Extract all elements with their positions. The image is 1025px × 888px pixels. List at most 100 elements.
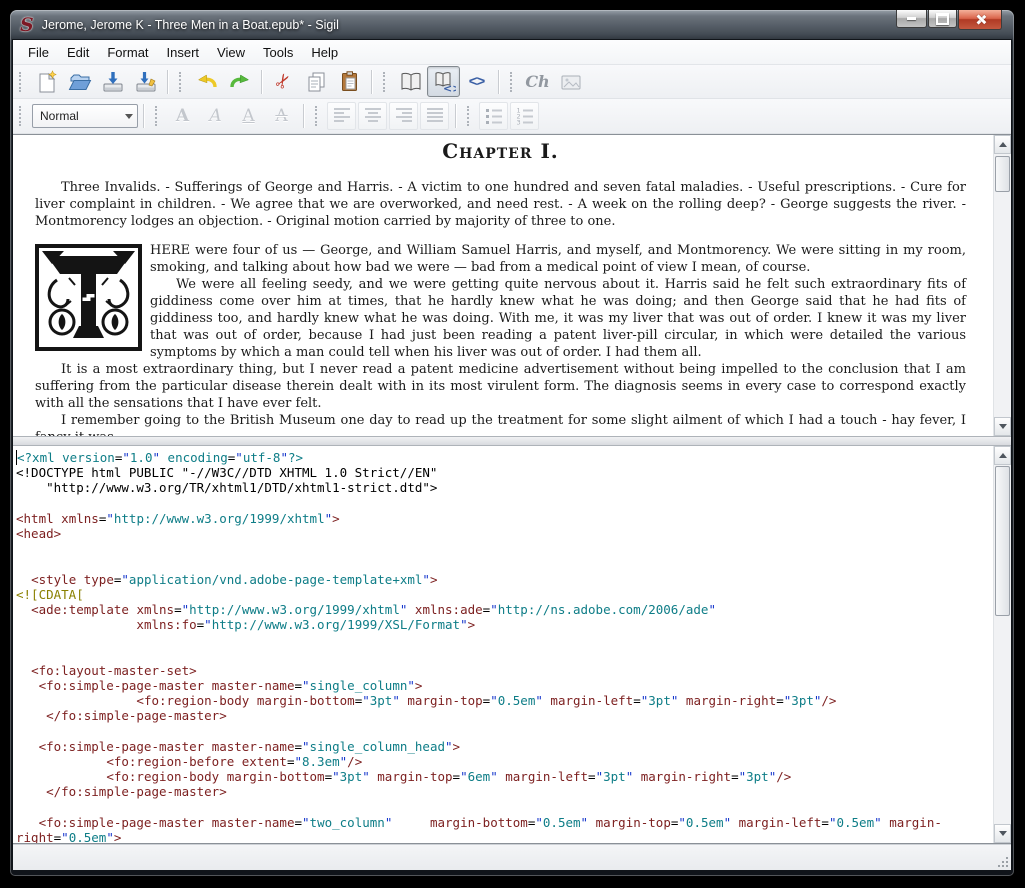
bold-button[interactable]: A <box>166 101 199 132</box>
paragraph-clipped: I remember going to the British Museum o… <box>35 413 966 436</box>
metadata-editor-icon: Ch <box>525 72 550 91</box>
heading-style-select[interactable]: Normal <box>32 104 138 128</box>
maximize-button[interactable] <box>928 10 957 28</box>
arrow-up-icon <box>998 142 1007 147</box>
toolbar-drag-handle[interactable] <box>315 106 320 126</box>
insert-image-button[interactable] <box>554 66 587 97</box>
menu-view[interactable]: View <box>208 41 254 64</box>
code-view-icon: <> <box>468 73 486 90</box>
scroll-down-button[interactable] <box>994 417 1011 436</box>
align-right-icon <box>395 108 412 122</box>
save-as-button[interactable] <box>129 66 162 97</box>
format-toolbar: Normal A A A A 1 2 3 <box>13 99 1011 134</box>
split-editor: Chapter I. Three Invalids. - Sufferings … <box>13 134 1011 844</box>
book-view-button[interactable] <box>394 66 427 97</box>
toolbar-drag-handle[interactable] <box>383 71 388 92</box>
align-center-icon <box>364 108 381 122</box>
menu-insert[interactable]: Insert <box>158 41 209 64</box>
window-controls <box>895 10 1002 30</box>
bullet-list-icon <box>485 109 502 124</box>
cut-button[interactable]: ✂ <box>267 66 300 97</box>
save-button[interactable] <box>96 66 129 97</box>
code-view-scrollbar[interactable] <box>993 446 1011 843</box>
bullet-list-button[interactable] <box>479 102 508 130</box>
metadata-editor-button[interactable]: Ch <box>521 66 554 97</box>
toolbar-separator <box>167 69 168 94</box>
book-view-scrollbar[interactable] <box>993 135 1011 436</box>
window-title: Jerome, Jerome K - Three Men in a Boat.e… <box>41 18 339 32</box>
strikethrough-button[interactable]: A <box>265 101 298 132</box>
close-icon <box>975 14 986 25</box>
chapter-summary: Three Invalids. - Sufferings of George a… <box>35 180 966 229</box>
split-view-button[interactable]: <> <box>427 66 460 97</box>
align-left-icon <box>333 108 350 122</box>
arrow-down-icon <box>998 831 1007 836</box>
open-folder-icon <box>68 74 91 90</box>
align-right-button[interactable] <box>389 102 418 130</box>
menu-file[interactable]: File <box>19 41 58 64</box>
sigil-app-icon: S <box>20 13 34 36</box>
save-as-icon <box>136 71 155 91</box>
book-view-pane[interactable]: Chapter I. Three Invalids. - Sufferings … <box>13 135 1011 436</box>
code-view-pane[interactable]: <?xml version="1.0" encoding="utf-8"?> <!… <box>13 446 1011 843</box>
menu-edit[interactable]: Edit <box>58 41 98 64</box>
numbered-list-icon: 1 2 3 <box>516 107 533 126</box>
toolbar-drag-handle[interactable] <box>19 106 24 126</box>
sigil-window: S Jerome, Jerome K - Three Men in a Boat… <box>10 10 1014 876</box>
numbered-list-button[interactable]: 1 2 3 <box>510 102 539 130</box>
minimize-button[interactable] <box>896 10 927 28</box>
redo-button[interactable] <box>223 66 256 97</box>
resize-grip[interactable] <box>996 855 1009 868</box>
align-left-button[interactable] <box>327 102 356 130</box>
paragraph: It is a most extraordinary thing, but I … <box>35 362 966 411</box>
close-button[interactable] <box>958 10 1002 30</box>
paste-button[interactable] <box>333 66 366 97</box>
bold-icon: A <box>175 106 190 126</box>
toolbar-separator <box>455 104 456 128</box>
toolbar-separator <box>261 69 262 94</box>
scissors-icon: ✂ <box>270 69 297 94</box>
toolbar-drag-handle[interactable] <box>467 106 472 126</box>
toolbar-drag-handle[interactable] <box>19 71 24 92</box>
align-justify-button[interactable] <box>420 102 449 130</box>
underline-icon: A <box>242 106 255 126</box>
book-view-icon <box>401 72 420 91</box>
toolbar-separator <box>498 69 499 94</box>
menu-format[interactable]: Format <box>98 41 157 64</box>
scroll-down-button[interactable] <box>994 824 1011 843</box>
status-bar <box>13 844 1011 870</box>
toolbar-drag-handle[interactable] <box>155 106 160 126</box>
scroll-up-button[interactable] <box>994 135 1011 154</box>
menu-tools[interactable]: Tools <box>254 41 302 64</box>
drop-cap-image <box>35 244 142 351</box>
undo-icon <box>197 74 217 87</box>
split-view-icon: <> <box>435 71 456 94</box>
scrollbar-thumb[interactable] <box>995 156 1010 192</box>
maximize-icon <box>936 12 949 25</box>
code-lines: <?xml version="1.0" encoding="utf-8"?> <!… <box>13 446 994 843</box>
undo-button[interactable] <box>190 66 223 97</box>
scroll-up-button[interactable] <box>994 446 1011 465</box>
main-toolbar: ✂ < <> Ch <box>13 65 1011 99</box>
menu-help[interactable]: Help <box>302 41 347 64</box>
view-splitter-handle[interactable] <box>13 436 1011 446</box>
heading-style-value: Normal <box>40 109 79 123</box>
image-icon <box>561 75 580 89</box>
toolbar-separator <box>143 104 144 128</box>
toolbar-drag-handle[interactable] <box>510 71 515 92</box>
scrollbar-thumb[interactable] <box>995 466 1010 616</box>
arrow-up-icon <box>998 453 1007 458</box>
align-justify-icon <box>426 108 443 122</box>
open-file-button[interactable] <box>63 66 96 97</box>
code-view-button[interactable]: <> <box>460 66 493 97</box>
underline-button[interactable]: A <box>232 101 265 132</box>
chevron-down-icon <box>121 113 137 119</box>
book-text: Chapter I. Three Invalids. - Sufferings … <box>13 135 994 436</box>
client-area: File Edit Format Insert View Tools Help <box>13 40 1011 870</box>
toolbar-drag-handle[interactable] <box>179 71 184 92</box>
copy-button[interactable] <box>300 66 333 97</box>
italic-button[interactable]: A <box>199 101 232 132</box>
new-file-button[interactable] <box>30 66 63 97</box>
align-center-button[interactable] <box>358 102 387 130</box>
minimize-icon <box>907 17 916 20</box>
